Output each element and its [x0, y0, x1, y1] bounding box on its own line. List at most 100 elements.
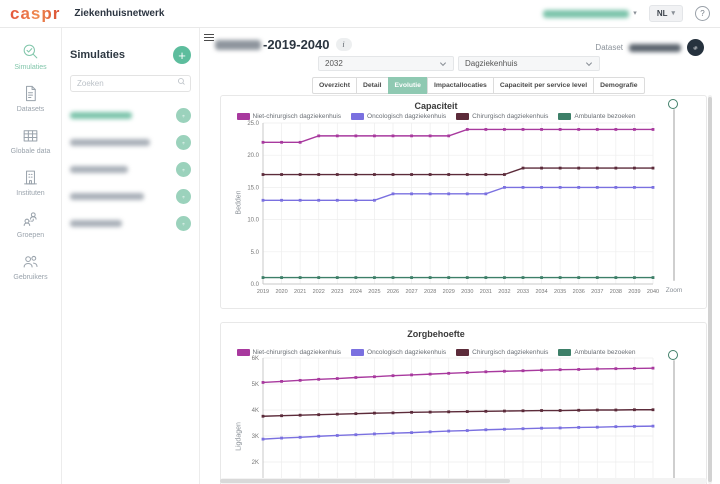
main-content: -2019-2040 i Dataset 2032 Dagziekenhuis — [200, 28, 720, 484]
zoom-slider-track[interactable] — [673, 109, 675, 281]
svg-text:2036: 2036 — [573, 289, 585, 295]
svg-text:15.0: 15.0 — [247, 185, 259, 191]
search-field-wrap — [70, 73, 191, 92]
panel-title: Simulaties — [70, 49, 125, 61]
type-select[interactable]: Dagziekenhuis — [458, 56, 600, 71]
zoom-slider-track[interactable] — [673, 360, 675, 484]
zoom-slider — [667, 350, 681, 484]
zorgbehoefte-line-chart[interactable]: 6K5K4K3K2K — [221, 323, 706, 484]
svg-text:2035: 2035 — [554, 289, 566, 295]
delete-simulation-button[interactable] — [176, 189, 191, 204]
caspr-logo[interactable]: caspr — [10, 5, 60, 22]
table-grid-icon — [21, 126, 40, 145]
trash-icon — [182, 193, 185, 201]
list-item[interactable] — [70, 210, 191, 237]
list-item[interactable] — [70, 183, 191, 210]
tab-overzicht[interactable]: Overzicht — [312, 77, 357, 94]
icon-sidebar: Simulaties Datasets Globale data Institu… — [0, 28, 62, 484]
zoom-slider-handle[interactable] — [668, 350, 678, 360]
simulation-name-redacted — [70, 220, 122, 227]
svg-text:10.0: 10.0 — [247, 218, 259, 224]
svg-text:2023: 2023 — [331, 289, 343, 295]
dataset-row: Dataset — [595, 39, 704, 56]
dataset-label: Dataset — [595, 43, 623, 52]
svg-text:2021: 2021 — [294, 289, 306, 295]
list-item[interactable] — [70, 102, 191, 129]
chevron-down-icon — [439, 61, 447, 67]
delete-simulation-button[interactable] — [176, 108, 191, 123]
year-select[interactable]: 2032 — [318, 56, 454, 71]
tab-evolutie[interactable]: Evolutie — [388, 77, 428, 94]
app-window: caspr Ziekenhuisnetwerk ▾ NL ▾ ? Simulat… — [0, 0, 720, 484]
svg-text:2028: 2028 — [424, 289, 436, 295]
help-icon[interactable]: ? — [695, 6, 710, 21]
delete-simulation-button[interactable] — [176, 162, 191, 177]
users-icon — [21, 252, 40, 271]
add-simulation-button[interactable]: + — [173, 46, 191, 64]
language-selector[interactable]: NL ▾ — [649, 5, 683, 22]
capaciteit-line-chart[interactable]: 0.05.010.015.020.025.0201920202021202220… — [221, 96, 706, 308]
dataset-value-redacted — [629, 44, 681, 52]
trash-icon — [182, 139, 185, 147]
page-title-suffix: -2019-2040 — [263, 37, 330, 52]
svg-text:3K: 3K — [252, 434, 259, 440]
sidebar-item-globale-data[interactable]: Globale data — [0, 124, 61, 157]
simulation-name-redacted — [70, 193, 144, 200]
sidebar-item-label: Instituten — [16, 190, 44, 197]
zoom-slider-handle[interactable] — [668, 99, 678, 109]
svg-text:2032: 2032 — [498, 289, 510, 295]
simulations-panel: Simulaties + — [62, 28, 200, 484]
chevron-down-icon — [585, 61, 593, 67]
collapse-panel-toggle[interactable] — [204, 34, 214, 43]
header-right: ▾ NL ▾ ? — [543, 5, 720, 22]
type-select-value: Dagziekenhuis — [465, 59, 517, 68]
svg-text:2022: 2022 — [313, 289, 325, 295]
org-group-icon — [21, 210, 40, 229]
title-row: -2019-2040 i — [215, 37, 352, 52]
search-icon — [177, 77, 186, 86]
building-icon — [21, 168, 40, 187]
svg-text:2039: 2039 — [628, 289, 640, 295]
simulation-name-redacted — [70, 112, 132, 119]
svg-text:2034: 2034 — [535, 289, 547, 295]
simulation-list — [70, 102, 191, 237]
horizontal-scrollbar[interactable] — [220, 478, 707, 484]
delete-simulation-button[interactable] — [176, 216, 191, 231]
simulation-name-redacted — [70, 139, 150, 146]
tab-bar: Overzicht Detail Evolutie Impactallocati… — [312, 77, 645, 94]
zorgbehoefte-chart-card: Zorgbehoefte Niet-chirurgisch dagziekenh… — [220, 322, 707, 484]
sidebar-item-label: Gebruikers — [13, 274, 47, 281]
sidebar-item-groepen[interactable]: Groepen — [0, 208, 61, 241]
dataset-visibility-button[interactable] — [687, 39, 704, 56]
sidebar-item-instituten[interactable]: Instituten — [0, 166, 61, 199]
sidebar-item-datasets[interactable]: Datasets — [0, 82, 61, 115]
svg-text:2024: 2024 — [350, 289, 362, 295]
info-icon[interactable]: i — [336, 38, 352, 51]
svg-text:2K: 2K — [252, 460, 259, 466]
list-item[interactable] — [70, 129, 191, 156]
svg-text:5K: 5K — [252, 382, 259, 388]
user-email-menu[interactable]: ▾ — [543, 10, 637, 18]
zoom-slider-label: Zoom — [657, 287, 691, 294]
document-icon — [21, 84, 40, 103]
tab-detail[interactable]: Detail — [356, 77, 389, 94]
chevron-down-icon: ▾ — [633, 10, 637, 17]
tab-demografie[interactable]: Demografie — [593, 77, 644, 94]
tab-impactallocaties[interactable]: Impactallocaties — [427, 77, 494, 94]
simulation-name-redacted — [70, 166, 128, 173]
delete-simulation-button[interactable] — [176, 135, 191, 150]
list-item[interactable] — [70, 156, 191, 183]
vertical-scrollbar[interactable] — [708, 95, 712, 484]
svg-text:2019: 2019 — [257, 289, 269, 295]
tab-capaciteit-per-service-level[interactable]: Capaciteit per service level — [493, 77, 594, 94]
svg-text:2030: 2030 — [461, 289, 473, 295]
sidebar-item-gebruikers[interactable]: Gebruikers — [0, 250, 61, 283]
sidebar-item-label: Groepen — [17, 232, 44, 239]
filters-row: 2032 Dagziekenhuis — [318, 56, 600, 71]
user-email-redacted — [543, 10, 629, 18]
top-header: caspr Ziekenhuisnetwerk ▾ NL ▾ ? — [0, 0, 720, 28]
svg-text:6K: 6K — [252, 356, 259, 362]
chevron-down-icon: ▾ — [671, 10, 675, 17]
sidebar-item-simulaties[interactable]: Simulaties — [0, 40, 61, 73]
search-input[interactable] — [70, 75, 191, 92]
